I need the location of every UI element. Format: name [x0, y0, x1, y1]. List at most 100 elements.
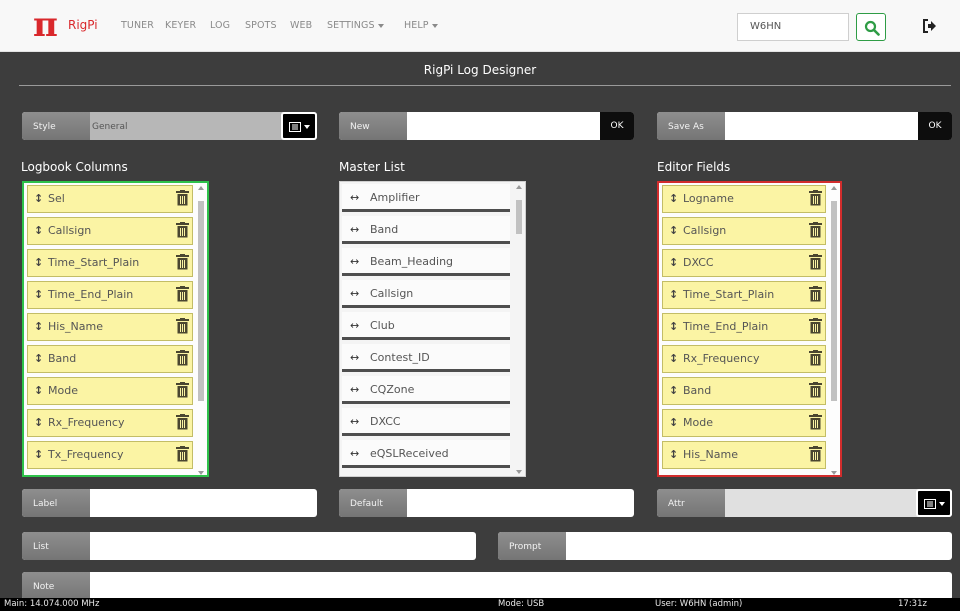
scrollbar[interactable] — [198, 186, 204, 475]
drag-handle-icon[interactable]: ↕ — [34, 320, 48, 333]
delete-button[interactable] — [176, 446, 189, 465]
logbook-column-item[interactable]: ↕ Rx_Frequency — [27, 409, 193, 437]
delete-button[interactable] — [176, 350, 189, 369]
drag-handle-icon[interactable]: ↕ — [669, 256, 683, 269]
scroll-up-arrow-icon[interactable] — [198, 186, 204, 190]
brand-link[interactable]: RigPi — [68, 18, 98, 32]
saveas-ok-button[interactable]: OK — [918, 112, 952, 140]
master-list-item[interactable]: ↔ Amplifier — [342, 184, 510, 212]
logbook-column-item[interactable]: ↕ Mode — [27, 377, 193, 405]
scrollbar-thumb[interactable] — [831, 201, 837, 401]
saveas-name-input[interactable] — [725, 112, 918, 140]
nav-tuner[interactable]: TUNER — [121, 20, 154, 31]
search-button[interactable] — [856, 13, 886, 41]
drag-handle-icon[interactable]: ↕ — [34, 352, 48, 365]
drag-handle-icon[interactable]: ↕ — [669, 384, 683, 397]
master-list-item[interactable]: ↔ Club — [342, 312, 510, 340]
editor-field-item[interactable]: ↕ DXCC — [662, 249, 826, 277]
delete-button[interactable] — [809, 414, 822, 433]
drag-handle-icon[interactable]: ↕ — [669, 448, 683, 461]
drag-handle-icon[interactable]: ↕ — [34, 224, 48, 237]
master-list-item[interactable]: ↔ Beam_Heading — [342, 248, 510, 276]
label-input[interactable] — [96, 489, 317, 517]
delete-button[interactable] — [809, 222, 822, 241]
scrollbar[interactable] — [516, 185, 522, 474]
rigpi-logo[interactable]: π — [33, 6, 58, 44]
master-list-item[interactable]: ↔ DXCC — [342, 408, 510, 436]
delete-button[interactable] — [809, 350, 822, 369]
nav-log[interactable]: LOG — [210, 20, 230, 31]
note-input[interactable] — [96, 572, 952, 600]
new-name-input[interactable] — [407, 112, 600, 140]
editor-field-item[interactable]: ↕ Mode — [662, 409, 826, 437]
logbook-column-item[interactable]: ↕ Sel — [27, 185, 193, 213]
drag-handle-icon[interactable]: ↕ — [669, 288, 683, 301]
scroll-down-arrow-icon[interactable] — [198, 471, 204, 475]
delete-button[interactable] — [809, 286, 822, 305]
delete-button[interactable] — [176, 318, 189, 337]
nav-spots[interactable]: SPOTS — [245, 20, 277, 31]
logbook-column-item[interactable]: ↕ Time_End_Plain — [27, 281, 193, 309]
sign-out-icon[interactable] — [922, 19, 937, 33]
nav-web[interactable]: WEB — [290, 20, 312, 31]
nav-help-dropdown[interactable]: HELP — [404, 20, 438, 31]
delete-button[interactable] — [809, 382, 822, 401]
delete-button[interactable] — [176, 382, 189, 401]
editor-field-item[interactable]: ↕ Rx_Frequency — [662, 345, 826, 373]
prompt-input[interactable] — [572, 532, 952, 560]
scroll-down-arrow-icon[interactable] — [831, 471, 837, 475]
drag-handle-icon[interactable]: ↕ — [34, 416, 48, 429]
delete-button[interactable] — [809, 446, 822, 465]
list-input[interactable] — [96, 532, 476, 560]
callsign-search-input[interactable]: W6HN — [737, 13, 849, 41]
editor-field-item[interactable]: ↕ His_Name — [662, 441, 826, 469]
master-list-item[interactable]: ↔ Band — [342, 216, 510, 244]
editor-field-item[interactable]: ↕ Band — [662, 377, 826, 405]
master-list[interactable]: ↔ Amplifier ↔ Band ↔ Beam_Heading ↔ Callsign ↔ Cl… — [339, 181, 526, 477]
logbook-column-item[interactable]: ↕ Band — [27, 345, 193, 373]
delete-button[interactable] — [176, 286, 189, 305]
editor-field-item[interactable]: ↕ Time_End_Plain — [662, 313, 826, 341]
delete-button[interactable] — [176, 254, 189, 273]
default-input[interactable] — [413, 489, 634, 517]
logbook-column-item[interactable]: ↕ Callsign — [27, 217, 193, 245]
master-list-item[interactable]: ↔ CQZone — [342, 376, 510, 404]
scrollbar-thumb[interactable] — [516, 200, 522, 234]
master-list-item[interactable]: ↔ eQSLReceived — [342, 440, 510, 468]
logbook-column-item[interactable]: ↕ Time_Start_Plain — [27, 249, 193, 277]
editor-fields-list[interactable]: ↕ Logname ↕ Callsign ↕ DXCC ↕ Time_Start_Plain ↕… — [657, 181, 842, 477]
drag-handle-icon[interactable]: ↕ — [34, 448, 48, 461]
drag-handle-icon[interactable]: ↕ — [669, 320, 683, 333]
logbook-column-item[interactable]: ↕ Tx_Frequency — [27, 441, 193, 469]
new-ok-button[interactable]: OK — [600, 112, 634, 140]
drag-handle-icon[interactable]: ↕ — [669, 224, 683, 237]
scroll-down-arrow-icon[interactable] — [516, 470, 522, 474]
nav-keyer[interactable]: KEYER — [165, 20, 196, 31]
logbook-columns-list[interactable]: ↕ Sel ↕ Callsign ↕ Time_Start_Plain ↕ Time_End_… — [22, 181, 209, 477]
delete-button[interactable] — [176, 190, 189, 209]
attr-dropdown-button[interactable] — [916, 489, 952, 517]
master-list-item[interactable]: ↔ Contest_ID — [342, 344, 510, 372]
drag-handle-icon[interactable]: ↕ — [669, 192, 683, 205]
delete-button[interactable] — [176, 414, 189, 433]
scrollbar-thumb[interactable] — [198, 201, 204, 401]
drag-handle-icon[interactable]: ↕ — [669, 416, 683, 429]
drag-handle-icon[interactable]: ↕ — [34, 384, 48, 397]
drag-handle-icon[interactable]: ↕ — [669, 352, 683, 365]
delete-button[interactable] — [176, 222, 189, 241]
nav-settings-dropdown[interactable]: SETTINGS — [327, 20, 384, 31]
style-dropdown-button[interactable] — [281, 112, 317, 140]
drag-handle-icon[interactable]: ↕ — [34, 192, 48, 205]
editor-field-item[interactable]: ↕ Time_Start_Plain — [662, 281, 826, 309]
master-list-item[interactable]: ↔ Callsign — [342, 280, 510, 308]
editor-field-item[interactable]: ↕ Logname — [662, 185, 826, 213]
delete-button[interactable] — [809, 190, 822, 209]
scroll-up-arrow-icon[interactable] — [831, 186, 837, 190]
delete-button[interactable] — [809, 318, 822, 337]
delete-button[interactable] — [809, 254, 822, 273]
drag-handle-icon[interactable]: ↕ — [34, 256, 48, 269]
editor-field-item[interactable]: ↕ Callsign — [662, 217, 826, 245]
drag-handle-icon[interactable]: ↕ — [34, 288, 48, 301]
scroll-up-arrow-icon[interactable] — [516, 185, 522, 189]
logbook-column-item[interactable]: ↕ His_Name — [27, 313, 193, 341]
